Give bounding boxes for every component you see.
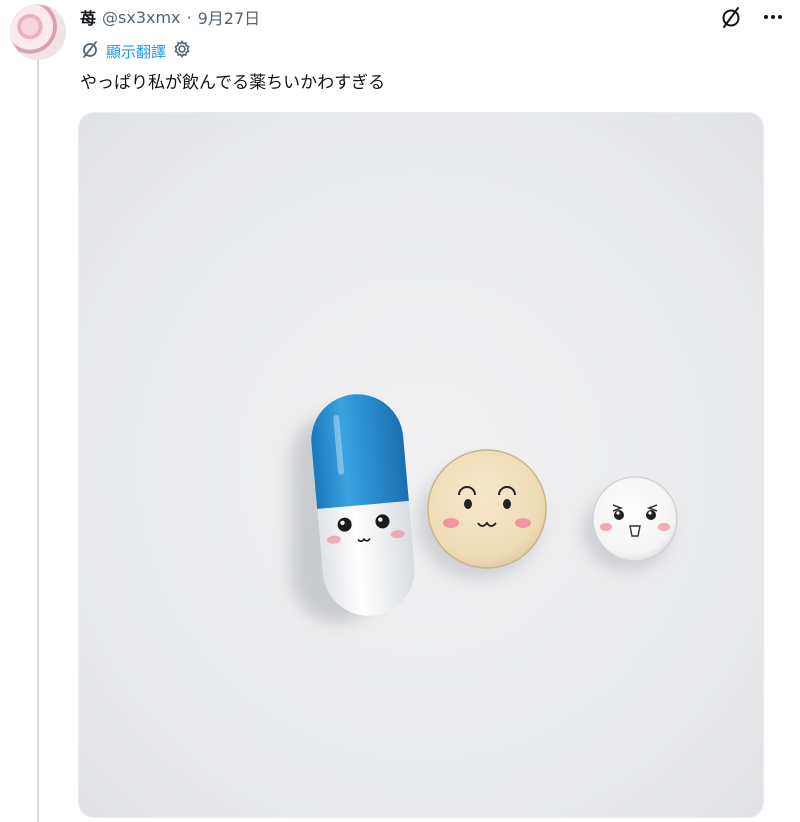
separator-dot: · xyxy=(186,7,192,27)
translate-row[interactable]: 顯示翻譯 xyxy=(80,39,192,63)
beige-tablet xyxy=(427,449,547,569)
gear-icon[interactable] xyxy=(172,39,192,63)
pills-photo xyxy=(79,113,763,817)
avatar[interactable] xyxy=(10,4,66,60)
tweet-actions xyxy=(718,4,786,30)
show-translation-link[interactable]: 顯示翻譯 xyxy=(106,41,166,62)
user-handle[interactable]: @sx3xmx xyxy=(102,8,181,27)
thread-line xyxy=(37,58,39,822)
tweet-text: やっぱり私が飲んでる薬ちいかわすぎる xyxy=(80,73,386,93)
post-date[interactable]: 9月27日 xyxy=(198,5,261,29)
tweet-photo[interactable] xyxy=(78,112,764,818)
tweet-header: 苺 @sx3xmx · 9月27日 xyxy=(80,5,261,29)
translate-slash-icon xyxy=(80,39,100,63)
display-name[interactable]: 苺 xyxy=(80,5,96,29)
mute-icon[interactable] xyxy=(718,4,744,30)
more-dots-icon[interactable] xyxy=(760,4,786,30)
white-tablet xyxy=(592,476,678,562)
